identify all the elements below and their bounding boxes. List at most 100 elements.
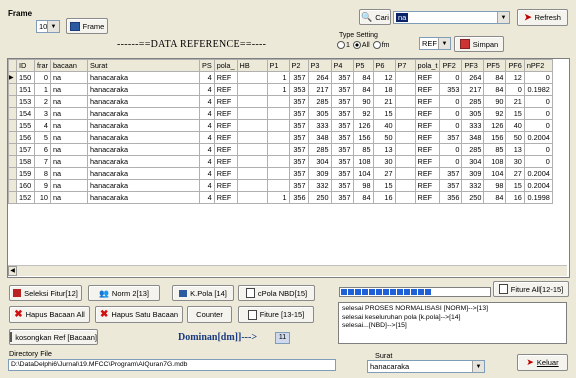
- table-cell[interactable]: 217: [461, 83, 485, 96]
- table-cell[interactable]: 21: [372, 95, 396, 108]
- table-cell[interactable]: REF: [414, 83, 441, 96]
- table-cell[interactable]: 50: [505, 131, 525, 144]
- table-cell[interactable]: [236, 119, 268, 132]
- table-row[interactable]: 151 1 na hanacaraka 4 REF 1 353 217 357 84 18 REF 353…: [8, 83, 553, 96]
- table-cell[interactable]: 0: [439, 155, 463, 168]
- table-row[interactable]: 155 4 na hanacaraka 4 REF 357 333 357 126 40 REF 0 33…: [8, 119, 553, 132]
- table-cell[interactable]: 15: [372, 179, 396, 192]
- table-cell[interactable]: 85: [483, 143, 507, 156]
- table-cell[interactable]: hanacaraka: [86, 83, 200, 96]
- table-cell[interactable]: 104: [352, 167, 374, 180]
- hapus-satu-button[interactable]: ✖ Hapus Satu Bacaan: [95, 306, 183, 323]
- seleksi-fitur-button[interactable]: Seleksi Fitur[12]: [9, 285, 82, 301]
- table-cell[interactable]: REF: [213, 191, 238, 204]
- table-cell[interactable]: 357: [288, 71, 309, 84]
- table-cell[interactable]: 4: [198, 95, 215, 108]
- table-cell[interactable]: hanacaraka: [86, 131, 200, 144]
- table-cell[interactable]: na: [49, 119, 88, 132]
- table-cell[interactable]: [394, 119, 416, 132]
- table-cell[interactable]: 357: [330, 71, 354, 84]
- table-cell[interactable]: 0.2004: [523, 167, 553, 180]
- table-cell[interactable]: na: [49, 191, 88, 204]
- table-cell[interactable]: 84: [352, 191, 374, 204]
- table-cell[interactable]: na: [49, 179, 88, 192]
- table-cell[interactable]: [394, 155, 416, 168]
- table-cell[interactable]: [266, 167, 290, 180]
- table-cell[interactable]: 13: [372, 143, 396, 156]
- table-cell[interactable]: 0: [439, 119, 463, 132]
- column-header[interactable]: Surat: [86, 59, 200, 72]
- table-cell[interactable]: 4: [198, 83, 215, 96]
- table-cell[interactable]: 12: [505, 71, 525, 84]
- table-cell[interactable]: 285: [307, 143, 332, 156]
- table-cell[interactable]: 357: [330, 155, 354, 168]
- table-cell[interactable]: [266, 131, 290, 144]
- table-cell[interactable]: 305: [307, 107, 332, 120]
- table-cell[interactable]: [394, 179, 416, 192]
- table-cell[interactable]: 98: [352, 179, 374, 192]
- table-cell[interactable]: 108: [352, 155, 374, 168]
- table-cell[interactable]: na: [49, 131, 88, 144]
- table-cell[interactable]: 9: [34, 179, 51, 192]
- table-cell[interactable]: [394, 71, 416, 84]
- table-cell[interactable]: [394, 107, 416, 120]
- ref-select[interactable]: REF ▼: [419, 37, 451, 50]
- table-cell[interactable]: 108: [483, 155, 507, 168]
- table-cell[interactable]: na: [49, 167, 88, 180]
- table-cell[interactable]: 90: [483, 95, 507, 108]
- table-cell[interactable]: 353: [288, 83, 309, 96]
- table-cell[interactable]: 27: [372, 167, 396, 180]
- radio-fm[interactable]: fm: [372, 41, 389, 49]
- table-cell[interactable]: 305: [461, 107, 485, 120]
- table-cell[interactable]: hanacaraka: [86, 95, 200, 108]
- table-cell[interactable]: 153: [16, 95, 35, 108]
- kosongkan-button[interactable]: kosongkan Ref [Bacaan]: [9, 329, 98, 345]
- table-cell[interactable]: 0: [34, 71, 51, 84]
- table-cell[interactable]: 332: [307, 179, 332, 192]
- cari-button[interactable]: 🔍 Cari: [359, 9, 391, 25]
- table-cell[interactable]: 0.1998: [523, 191, 553, 204]
- cpola-button[interactable]: cPola NBD[15]: [238, 285, 315, 301]
- table-row[interactable]: ▶ 150 0 na hanacaraka 4 REF 1 357 264 357 84 12 REF 0 2…: [8, 71, 553, 84]
- table-cell[interactable]: [236, 131, 268, 144]
- table-cell[interactable]: 152: [16, 191, 35, 204]
- table-cell[interactable]: 250: [307, 191, 332, 204]
- table-cell[interactable]: REF: [414, 131, 441, 144]
- column-header[interactable]: nPF2: [523, 59, 553, 72]
- table-cell[interactable]: REF: [414, 143, 441, 156]
- table-cell[interactable]: 84: [352, 83, 374, 96]
- table-cell[interactable]: 1: [34, 83, 51, 96]
- table-cell[interactable]: 90: [352, 95, 374, 108]
- column-header[interactable]: pola_t: [414, 59, 441, 72]
- table-cell[interactable]: 357: [330, 167, 354, 180]
- table-cell[interactable]: 84: [483, 71, 507, 84]
- table-cell[interactable]: 3: [34, 107, 51, 120]
- table-cell[interactable]: 357: [330, 95, 354, 108]
- radio-1[interactable]: 1: [337, 41, 350, 49]
- table-cell[interactable]: [236, 143, 268, 156]
- table-cell[interactable]: 0.2004: [523, 179, 553, 192]
- table-cell[interactable]: REF: [213, 107, 238, 120]
- table-cell[interactable]: 85: [352, 143, 374, 156]
- table-cell[interactable]: 4: [198, 191, 215, 204]
- table-cell[interactable]: 84: [352, 71, 374, 84]
- table-cell[interactable]: [266, 179, 290, 192]
- table-cell[interactable]: REF: [213, 131, 238, 144]
- table-cell[interactable]: hanacaraka: [86, 143, 200, 156]
- table-cell[interactable]: 4: [198, 167, 215, 180]
- table-cell[interactable]: 15: [372, 107, 396, 120]
- table-cell[interactable]: na: [49, 155, 88, 168]
- table-cell[interactable]: [394, 95, 416, 108]
- table-cell[interactable]: 4: [198, 155, 215, 168]
- table-cell[interactable]: 357: [330, 143, 354, 156]
- table-cell[interactable]: 13: [505, 143, 525, 156]
- table-cell[interactable]: 264: [461, 71, 485, 84]
- table-cell[interactable]: 27: [505, 167, 525, 180]
- table-row[interactable]: 159 8 na hanacaraka 4 REF 357 309 357 104 27 REF 357…: [8, 167, 553, 180]
- table-cell[interactable]: 2: [34, 95, 51, 108]
- table-cell[interactable]: [236, 83, 268, 96]
- table-cell[interactable]: 356: [439, 191, 463, 204]
- column-header[interactable]: PF5: [483, 59, 507, 72]
- frame-button[interactable]: Frame: [66, 18, 108, 34]
- table-cell[interactable]: 6: [34, 143, 51, 156]
